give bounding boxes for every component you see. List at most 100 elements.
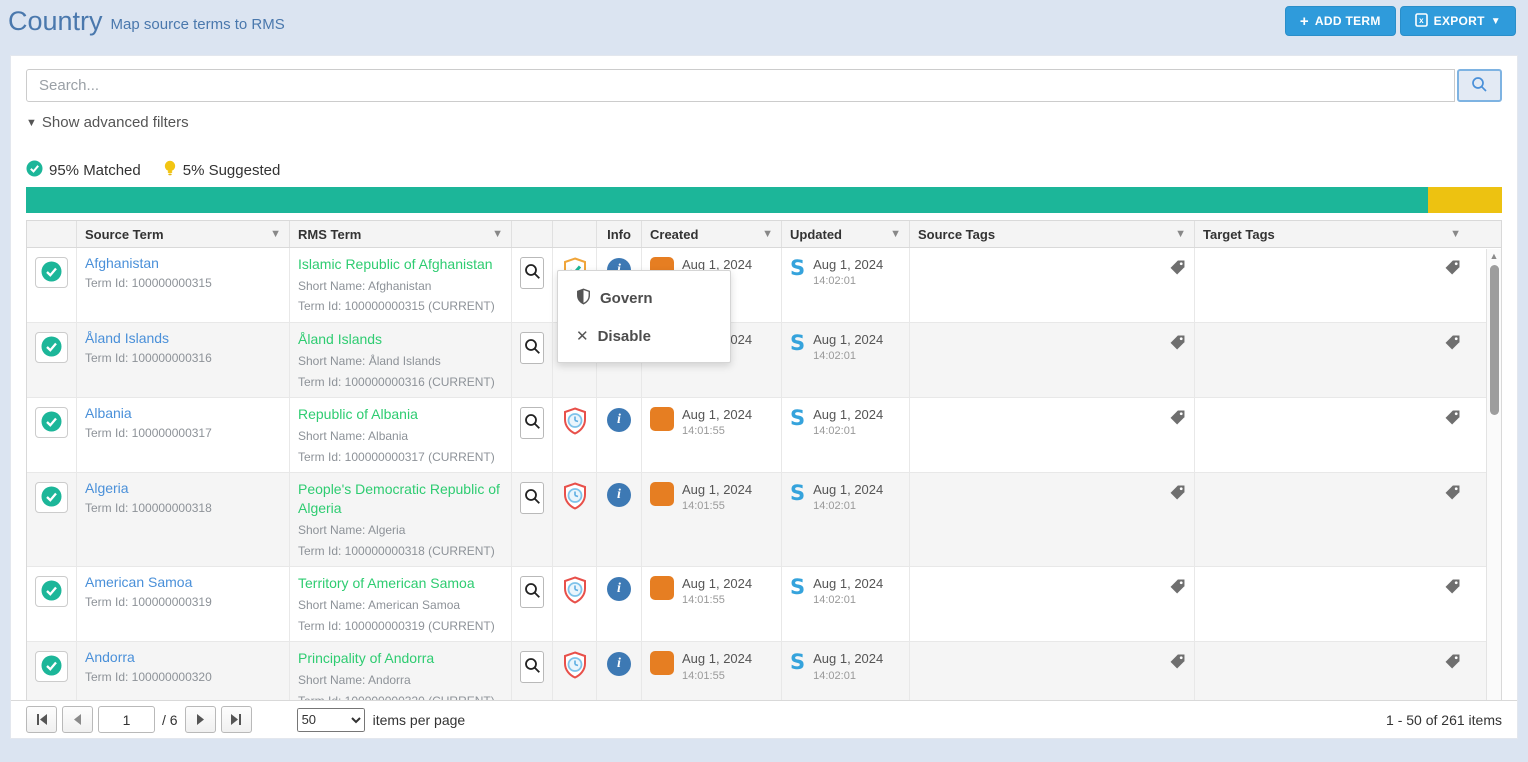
rms-term-link[interactable]: Åland Islands <box>298 330 503 349</box>
top-bar: Country Map source terms to RMS + ADD TE… <box>0 0 1528 42</box>
target-tags-icon[interactable] <box>1444 334 1461 390</box>
source-term-id: Term Id: 100000000316 <box>85 351 281 367</box>
source-term-id: Term Id: 100000000318 <box>85 501 281 517</box>
updated-time: 14:02:01 <box>813 670 883 684</box>
column-header-source[interactable]: Source Term ▼ <box>77 221 290 247</box>
progress-suggested-segment <box>1428 187 1502 213</box>
rms-term-link[interactable]: People's Democratic Republic of Algeria <box>298 480 503 518</box>
target-tags-icon[interactable] <box>1444 259 1461 315</box>
preview-button[interactable] <box>520 651 544 683</box>
context-menu-item-disable[interactable]: ✕Disable <box>558 318 730 354</box>
rms-term-id: Term Id: 100000000316 (CURRENT) <box>298 375 503 391</box>
column-header-stags[interactable]: Source Tags▼ <box>910 221 1195 247</box>
content-panel: ▼ Show advanced filters 95% Matched 5% S… <box>10 55 1518 739</box>
source-term-link[interactable]: Andorra <box>85 649 135 665</box>
updated-system-icon: S <box>790 576 805 634</box>
preview-button[interactable] <box>520 407 544 439</box>
scrollbar-thumb[interactable] <box>1490 265 1499 415</box>
next-page-button[interactable] <box>185 706 216 733</box>
target-tags-icon[interactable] <box>1444 578 1461 634</box>
source-term-link[interactable]: Algeria <box>85 480 129 496</box>
source-tags-icon[interactable] <box>1169 409 1186 465</box>
column-header-ttags[interactable]: Target Tags▼ <box>1195 221 1469 247</box>
rms-short-name: Short Name: American Samoa <box>298 598 503 614</box>
column-menu-chevron-icon[interactable]: ▼ <box>270 228 281 240</box>
governance-shield-icon[interactable] <box>562 407 588 465</box>
target-tags-icon[interactable] <box>1444 409 1461 465</box>
first-page-button[interactable] <box>26 706 57 733</box>
search-input[interactable] <box>26 69 1455 102</box>
created-source-icon <box>650 576 674 600</box>
info-icon[interactable]: i <box>607 483 631 507</box>
info-icon[interactable]: i <box>607 652 631 676</box>
page-size-select[interactable]: 50 <box>297 708 365 732</box>
preview-button[interactable] <box>520 332 544 364</box>
scroll-up-icon[interactable]: ▲ <box>1490 249 1499 263</box>
source-tags-icon[interactable] <box>1169 578 1186 634</box>
info-icon[interactable]: i <box>607 408 631 432</box>
column-header-preview <box>512 221 553 247</box>
column-menu-chevron-icon[interactable]: ▼ <box>890 228 901 240</box>
row-select-button[interactable] <box>35 576 68 607</box>
updated-system-icon: S <box>790 257 805 315</box>
last-page-button[interactable] <box>221 706 252 733</box>
check-circle-icon <box>41 655 62 679</box>
source-term-link[interactable]: Albania <box>85 405 132 421</box>
column-menu-chevron-icon[interactable]: ▼ <box>492 228 503 240</box>
created-source-icon <box>650 407 674 431</box>
rms-term-id: Term Id: 100000000315 (CURRENT) <box>298 299 503 315</box>
table-row: Afghanistan Term Id: 100000000315 Islami… <box>27 248 1501 323</box>
column-menu-chevron-icon[interactable]: ▼ <box>1450 228 1461 240</box>
search-button[interactable] <box>1457 69 1502 102</box>
preview-button[interactable] <box>520 257 544 289</box>
column-header-rms[interactable]: RMS Term▼ <box>290 221 512 247</box>
progress-matched-segment <box>26 187 1428 213</box>
svg-text:x: x <box>1419 16 1424 25</box>
context-menu-item-govern[interactable]: Govern <box>558 279 730 318</box>
add-term-button[interactable]: + ADD TERM <box>1285 6 1396 36</box>
source-tags-icon[interactable] <box>1169 484 1186 559</box>
row-select-button[interactable] <box>35 651 68 682</box>
updated-date: Aug 1, 2024 <box>813 257 883 273</box>
terms-table: Source Term▼RMS Term▼InfoCreated▼Updated… <box>26 220 1502 711</box>
preview-button[interactable] <box>520 576 544 608</box>
page-number-input[interactable] <box>98 706 155 733</box>
magnifier-icon <box>524 263 541 283</box>
suggested-bulb-icon <box>163 160 177 181</box>
created-date: Aug 1, 2024 <box>682 407 752 423</box>
rms-term-link[interactable]: Islamic Republic of Afghanistan <box>298 255 503 274</box>
column-menu-chevron-icon[interactable]: ▼ <box>1175 228 1186 240</box>
rms-term-link[interactable]: Principality of Andorra <box>298 649 503 668</box>
governance-shield-icon[interactable] <box>562 482 588 559</box>
vertical-scrollbar[interactable]: ▲ ▼ <box>1486 249 1501 710</box>
rms-term-link[interactable]: Republic of Albania <box>298 405 503 424</box>
row-select-button[interactable] <box>35 257 68 288</box>
items-per-page-label: items per page <box>373 712 466 728</box>
source-term-link[interactable]: American Samoa <box>85 574 192 590</box>
created-source-icon <box>650 482 674 506</box>
source-term-link[interactable]: Åland Islands <box>85 330 169 346</box>
pagination-bar: / 6 50 items per page 1 - 50 of 261 item… <box>11 700 1517 738</box>
column-menu-chevron-icon[interactable]: ▼ <box>762 228 773 240</box>
row-select-button[interactable] <box>35 482 68 513</box>
export-button[interactable]: x EXPORT ▼ <box>1400 6 1516 36</box>
chevron-down-icon: ▼ <box>26 117 37 129</box>
source-tags-icon[interactable] <box>1169 334 1186 390</box>
updated-time: 14:02:01 <box>813 425 883 439</box>
created-date: Aug 1, 2024 <box>682 482 752 498</box>
column-label: Source Term <box>85 227 164 242</box>
target-tags-icon[interactable] <box>1444 484 1461 559</box>
governance-shield-icon[interactable] <box>562 576 588 634</box>
rms-term-link[interactable]: Territory of American Samoa <box>298 574 503 593</box>
source-term-link[interactable]: Afghanistan <box>85 255 159 271</box>
column-header-updated[interactable]: Updated▼ <box>782 221 910 247</box>
show-advanced-filters-toggle[interactable]: ▼ Show advanced filters <box>26 114 189 131</box>
row-select-button[interactable] <box>35 332 68 363</box>
info-icon[interactable]: i <box>607 577 631 601</box>
previous-page-button[interactable] <box>62 706 93 733</box>
preview-button[interactable] <box>520 482 544 514</box>
rms-term-id: Term Id: 100000000317 (CURRENT) <box>298 450 503 466</box>
column-header-created[interactable]: Created▼ <box>642 221 782 247</box>
source-tags-icon[interactable] <box>1169 259 1186 315</box>
row-select-button[interactable] <box>35 407 68 438</box>
